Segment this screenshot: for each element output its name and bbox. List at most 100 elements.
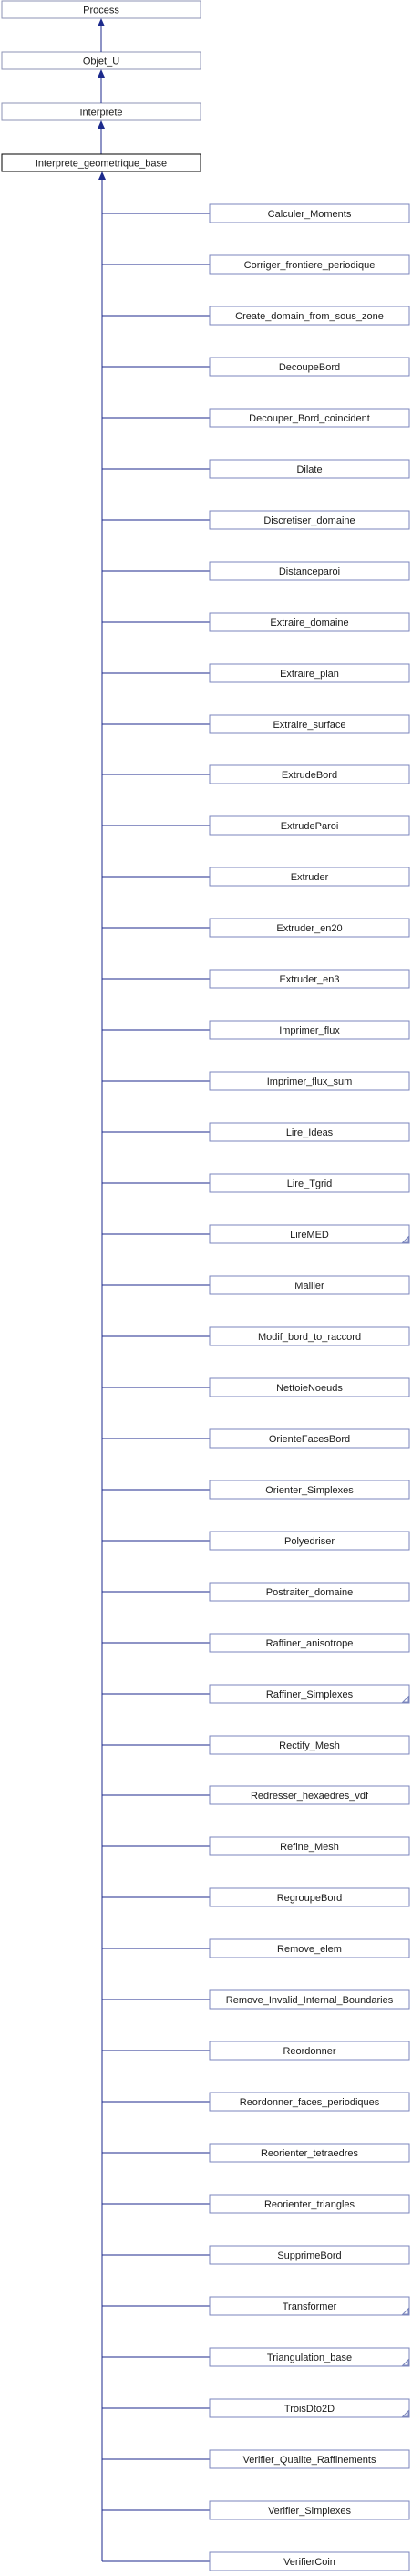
- class-node-reordonner-label: Reordonner: [283, 2046, 335, 2057]
- class-node-redresser-hexaedres-vdf-label: Redresser_hexaedres_vdf: [251, 1791, 369, 1802]
- inheritance-arrow: [98, 18, 105, 26]
- class-node-troisdto2d-label: TroisDto2D: [284, 2404, 335, 2415]
- class-node-objet-u[interactable]: Objet_U: [1, 51, 201, 70]
- class-node-extruder-en20-label: Extruder_en20: [276, 923, 342, 934]
- class-node-reorienter-triangles[interactable]: Reorienter_triangles: [209, 2194, 410, 2214]
- class-node-lire-ideas[interactable]: Lire_Ideas: [209, 1122, 410, 1142]
- class-node-extrudebord[interactable]: ExtrudeBord: [209, 764, 410, 784]
- class-node-reordonner-faces-periodiques[interactable]: Reordonner_faces_periodiques: [209, 2092, 410, 2112]
- inheritance-diagram: Process Objet_U Interprete Interprete_geome…: [1, 0, 410, 2571]
- class-node-calculer-moments-label: Calculer_Moments: [268, 209, 352, 220]
- class-node-mailler[interactable]: Mailler: [209, 1275, 410, 1295]
- class-node-orientefacesbord[interactable]: OrienteFacesBord: [209, 1428, 410, 1449]
- class-node-verifiercoin-label: VerifierCoin: [283, 2557, 335, 2568]
- class-node-triangulation-base[interactable]: Triangulation_base: [209, 2347, 410, 2367]
- class-node-orienter-simplexes[interactable]: Orienter_Simplexes: [209, 1480, 410, 1500]
- class-node-verifier-qualite-raffinements-label: Verifier_Qualite_Raffinements: [243, 2455, 376, 2466]
- class-node-imprimer-flux[interactable]: Imprimer_flux: [209, 1020, 410, 1040]
- class-node-lire-tgrid[interactable]: Lire_Tgrid: [209, 1173, 410, 1193]
- inheritance-arrow: [98, 120, 105, 129]
- class-node-extruder-en20[interactable]: Extruder_en20: [209, 918, 410, 938]
- class-node-interprete-label: Interprete: [79, 108, 122, 119]
- class-node-decoupebord[interactable]: DecoupeBord: [209, 357, 410, 377]
- inheritance-arrow: [98, 69, 105, 78]
- class-node-supprimebord[interactable]: SupprimeBord: [209, 2245, 410, 2265]
- class-node-nettoienoeuds-label: NettoieNoeuds: [276, 1383, 343, 1394]
- class-node-root-label: Interprete_geometrique_base: [36, 159, 167, 170]
- class-node-lire-ideas-label: Lire_Ideas: [286, 1127, 334, 1138]
- class-node-extraire-plan[interactable]: Extraire_plan: [209, 663, 410, 683]
- class-node-decouper-bord-coincident-label: Decouper_Bord_coincident: [249, 413, 370, 424]
- class-node-triangulation-base-label: Triangulation_base: [267, 2353, 352, 2363]
- class-node-liremed-label: LireMED: [290, 1230, 329, 1241]
- class-node-extrudeparoi-label: ExtrudeParoi: [281, 821, 339, 832]
- class-node-distanceparoi[interactable]: Distanceparoi: [209, 561, 410, 581]
- class-node-regroupebord[interactable]: RegroupeBord: [209, 1887, 410, 1907]
- class-node-modif-bord-to-raccord[interactable]: Modif_bord_to_raccord: [209, 1326, 410, 1346]
- class-node-mailler-label: Mailler: [294, 1281, 324, 1292]
- class-node-extrudebord-label: ExtrudeBord: [282, 770, 337, 781]
- class-node-remove-invalid-internal-boundaries[interactable]: Remove_Invalid_Internal_Boundaries: [209, 1989, 410, 2010]
- class-node-nettoienoeuds[interactable]: NettoieNoeuds: [209, 1377, 410, 1397]
- class-node-extruder-label: Extruder: [291, 872, 329, 883]
- class-node-distanceparoi-label: Distanceparoi: [279, 566, 340, 577]
- class-node-imprimer-flux-sum-label: Imprimer_flux_sum: [267, 1076, 353, 1087]
- class-node-postraiter-domaine[interactable]: Postraiter_domaine: [209, 1582, 410, 1602]
- class-node-objet-u-label: Objet_U: [83, 57, 119, 68]
- class-node-corriger-frontiere-periodique[interactable]: Corriger_frontiere_periodique: [209, 254, 410, 275]
- class-node-verifiercoin[interactable]: VerifierCoin: [209, 2551, 410, 2571]
- class-node-raffiner-simplexes-label: Raffiner_Simplexes: [266, 1689, 354, 1700]
- class-node-discretiser-domaine[interactable]: Discretiser_domaine: [209, 510, 410, 530]
- class-node-decoupebord-label: DecoupeBord: [279, 362, 340, 373]
- class-node-refine-mesh-label: Refine_Mesh: [280, 1842, 339, 1853]
- class-node-reordonner[interactable]: Reordonner: [209, 2041, 410, 2061]
- class-node-orienter-simplexes-label: Orienter_Simplexes: [265, 1485, 354, 1496]
- class-node-liremed[interactable]: LireMED: [209, 1224, 410, 1244]
- class-node-raffiner-simplexes[interactable]: Raffiner_Simplexes: [209, 1684, 410, 1704]
- class-node-refine-mesh[interactable]: Refine_Mesh: [209, 1836, 410, 1856]
- class-node-imprimer-flux-sum[interactable]: Imprimer_flux_sum: [209, 1071, 410, 1091]
- class-node-discretiser-domaine-label: Discretiser_domaine: [263, 515, 355, 526]
- class-node-verifier-qualite-raffinements[interactable]: Verifier_Qualite_Raffinements: [209, 2449, 410, 2469]
- class-node-calculer-moments[interactable]: Calculer_Moments: [209, 203, 410, 223]
- class-node-dilate-label: Dilate: [296, 464, 322, 475]
- class-node-decouper-bord-coincident[interactable]: Decouper_Bord_coincident: [209, 408, 410, 428]
- class-node-reorienter-triangles-label: Reorienter_triangles: [264, 2199, 355, 2210]
- class-node-verifier-simplexes-label: Verifier_Simplexes: [268, 2506, 352, 2517]
- class-node-create-domain-from-sous-zone[interactable]: Create_domain_from_sous_zone: [209, 306, 410, 326]
- class-node-verifier-simplexes[interactable]: Verifier_Simplexes: [209, 2500, 410, 2520]
- class-node-orientefacesbord-label: OrienteFacesBord: [269, 1434, 350, 1445]
- class-node-raffiner-anisotrope-label: Raffiner_anisotrope: [266, 1638, 354, 1649]
- class-node-extrudeparoi[interactable]: ExtrudeParoi: [209, 815, 410, 836]
- class-node-troisdto2d[interactable]: TroisDto2D: [209, 2398, 410, 2418]
- class-node-remove-elem-label: Remove_elem: [277, 1944, 342, 1955]
- class-node-reorienter-tetraedres-label: Reorienter_tetraedres: [261, 2148, 359, 2159]
- class-node-reorienter-tetraedres[interactable]: Reorienter_tetraedres: [209, 2143, 410, 2163]
- class-node-extruder-en3[interactable]: Extruder_en3: [209, 969, 410, 989]
- class-node-corriger-frontiere-periodique-label: Corriger_frontiere_periodique: [244, 260, 376, 271]
- class-node-rectify-mesh[interactable]: Rectify_Mesh: [209, 1735, 410, 1755]
- class-node-extraire-plan-label: Extraire_plan: [280, 669, 339, 680]
- class-node-polyedriser[interactable]: Polyedriser: [209, 1531, 410, 1551]
- class-node-extraire-domaine[interactable]: Extraire_domaine: [209, 612, 410, 632]
- class-node-regroupebord-label: RegroupeBord: [277, 1893, 343, 1904]
- class-node-root[interactable]: Interprete_geometrique_base: [1, 153, 201, 172]
- class-node-dilate[interactable]: Dilate: [209, 459, 410, 479]
- class-node-rectify-mesh-label: Rectify_Mesh: [279, 1740, 340, 1751]
- class-node-supprimebord-label: SupprimeBord: [277, 2250, 341, 2261]
- class-node-redresser-hexaedres-vdf[interactable]: Redresser_hexaedres_vdf: [209, 1785, 410, 1805]
- class-node-raffiner-anisotrope[interactable]: Raffiner_anisotrope: [209, 1633, 410, 1653]
- class-node-transformer-label: Transformer: [283, 2301, 337, 2312]
- root-inheritance-arrow: [98, 171, 106, 180]
- class-node-lire-tgrid-label: Lire_Tgrid: [287, 1179, 333, 1189]
- class-node-process-label: Process: [83, 5, 119, 16]
- class-node-extraire-domaine-label: Extraire_domaine: [270, 618, 348, 628]
- class-node-transformer[interactable]: Transformer: [209, 2296, 410, 2316]
- class-node-extraire-surface[interactable]: Extraire_surface: [209, 714, 410, 734]
- class-node-extruder[interactable]: Extruder: [209, 867, 410, 887]
- class-node-process[interactable]: Process: [1, 0, 201, 19]
- class-node-interprete[interactable]: Interprete: [1, 102, 201, 121]
- class-node-reordonner-faces-periodiques-label: Reordonner_faces_periodiques: [240, 2097, 380, 2108]
- class-node-polyedriser-label: Polyedriser: [284, 1536, 335, 1547]
- class-node-remove-elem[interactable]: Remove_elem: [209, 1938, 410, 1958]
